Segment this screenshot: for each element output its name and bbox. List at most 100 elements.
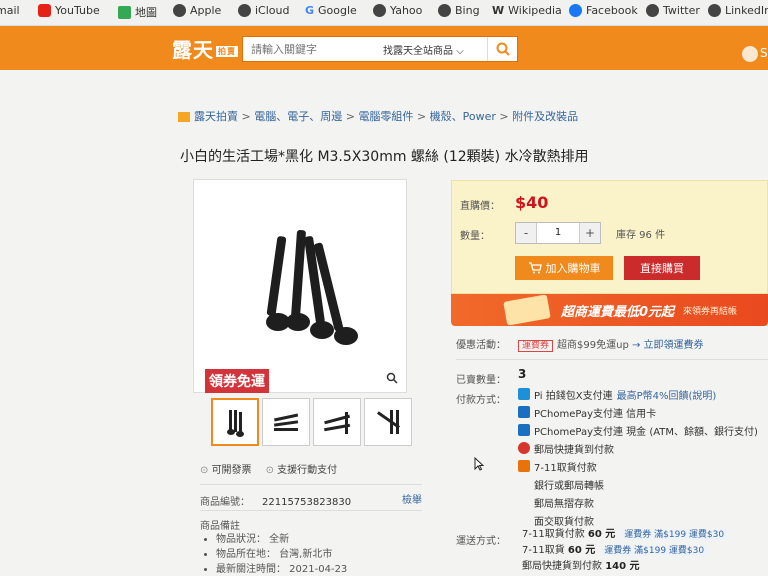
payment-methods: Pi 拍錢包X支付連 最高P幣4%回饋(說明) PChomePay支付連 信用卡… [518,385,758,529]
chevron-down-icon: ⌵ [456,46,464,57]
thumbnail[interactable] [262,398,310,446]
thumbnail[interactable] [313,398,361,446]
product-title: 小白的生活工場*黑化 M3.5X30mm 螺絲 (12顆裝) 水冷散熱排用 [180,149,589,165]
bookmark-icloud[interactable]: iCloud [238,4,289,17]
breadcrumb: 露天拍賣 > 電腦、電子、周邊 > 電腦零組件 > 機殼、Power > 附件及… [178,108,578,124]
search-input[interactable] [243,37,379,61]
screws-thumbnail-image [227,410,244,437]
globe-icon [173,4,186,17]
stock-count: 庫存 96 件 [616,230,666,241]
pi-info-link[interactable]: 最高P幣4%回饋(說明) [617,387,717,402]
payment-method: 郵局無摺存款 [534,498,594,510]
shipping-coupon-tag[interactable]: 運費券 滿$199 運費$30 [621,530,728,540]
sold-count: 3 [518,367,527,381]
search-scope-select[interactable]: 找露天全站商品 ⌵ [383,42,464,57]
payment-method: 銀行或郵局轉帳 [534,480,604,492]
bookmark-wikipedia[interactable]: W Wikipedia [492,4,562,17]
google-icon: G [305,4,315,17]
invoice-note: 可開發票 [200,461,252,476]
coupon-icon [503,294,551,326]
product-main-image[interactable] [193,179,407,393]
add-to-cart-button[interactable]: 加入購物車 [515,256,613,280]
payment-method: PChomePay支付連 信用卡 [518,403,758,421]
bookmark-yahoo[interactable]: Yahoo [373,4,422,17]
qty-increase-button[interactable]: + [580,223,600,243]
bookmark-mail[interactable]: mail [0,4,20,17]
screws-thumbnail-image [273,413,299,431]
shipping-methods: 7-11取貨付款 60 元運費券 滿$199 運費$30 7-11取貨 60 元… [522,525,728,573]
facebook-icon [569,4,582,17]
ruten-logo[interactable]: 露天 拍賣 [172,34,238,63]
buy-now-button[interactable]: 直接購買 [624,256,700,280]
mobile-pay-note: 支援行動支付 [266,461,337,476]
maps-icon [118,5,131,19]
breadcrumb-item[interactable]: 露天拍賣 [194,110,238,123]
wikipedia-icon: W [492,4,505,17]
promo-row: 優惠活動： 運費券 超商$99免運up → 立即領運費券 [456,336,768,360]
bookmark-bing[interactable]: Bing [438,4,480,17]
breadcrumb-item[interactable]: 電腦、電子、周邊 [254,110,342,123]
payment-method: 郵局快捷貨到付款 [518,439,758,457]
coupon-tag: 運費券 [518,340,554,352]
bookmarks-bar: mail YouTube 地圖 Apple iCloud G Google Yah… [0,0,768,26]
seven-eleven-icon [518,460,530,472]
note-item: 物品所在地： 台灣,新北市 [216,547,422,562]
youtube-icon [38,4,51,17]
bookmark-maps[interactable]: 地圖 [118,4,157,20]
price: $40 [515,193,549,212]
thumbnail-strip [211,398,412,446]
search-button[interactable] [487,37,517,61]
search-box: 找露天全站商品 ⌵ [242,36,518,62]
bookmark-google[interactable]: G Google [305,4,357,17]
quantity-stepper: - 1 + [515,222,601,244]
bookmark-youtube[interactable]: YouTube [38,4,100,17]
qty-input[interactable]: 1 [536,223,580,243]
header-right-text: S [760,46,768,60]
note-item: 最新關注時間： 2021-04-23 [216,562,422,576]
shipping-coupon-tag[interactable]: 運費券 滿$199 運費$30 [601,546,708,556]
breadcrumb-item[interactable]: 電腦零組件 [358,110,413,123]
globe-icon [708,4,721,17]
payment-notes: 可開發票 支援行動支付 [200,461,338,476]
thumbnail[interactable] [211,398,259,446]
apple-icon [238,4,251,17]
bookmark-twitter[interactable]: Twitter [646,4,700,17]
globe-icon [438,4,451,17]
screws-thumbnail-image [377,410,401,434]
free-shipping-promo-tag: 領券免運 [205,369,269,393]
payment-method: 7-11取貨付款 [518,457,758,475]
bookmark-linkedin[interactable]: LinkedIn [708,4,768,17]
pchomepay-icon [518,406,530,418]
mouse-cursor-icon [474,456,485,475]
cart-icon [528,262,542,274]
bookmark-apple[interactable]: Apple [173,4,221,17]
shipping-method: 7-11取貨付款 60 元運費券 滿$199 運費$30 [522,525,728,541]
product-notes: 商品備註 物品狀況： 全新 物品所在地： 台灣,新北市 最新關注時間： 2021… [200,510,422,576]
claim-coupon-link[interactable]: → 立即領運費券 [632,340,704,351]
search-icon [496,42,510,56]
screws-image [266,230,358,345]
report-link[interactable]: 檢舉 [402,491,422,506]
pi-wallet-icon [518,388,530,400]
payment-method: Pi 拍錢包X支付連 最高P幣4%回饋(說明) [518,385,758,403]
screws-thumbnail-image [324,412,351,434]
bookmark-facebook[interactable]: Facebook [569,4,638,17]
thumbnail[interactable] [364,398,412,446]
breadcrumb-item[interactable]: 附件及改裝品 [512,110,578,123]
shipping-method: 7-11取貨 60 元運費券 滿$199 運費$30 [522,541,727,557]
breadcrumb-item[interactable]: 機殼、Power [430,110,496,123]
globe-icon[interactable] [742,46,758,62]
site-header: 露天拍賣 找露天全站商品 ⌵ S [0,26,768,70]
shipping-coupon-banner[interactable]: 超商運費最低0元起 來領券再結帳 [451,294,768,326]
zoom-icon[interactable] [386,369,398,388]
post-office-icon [518,442,530,454]
globe-icon [646,4,659,17]
pchomepay-icon [518,424,530,436]
price-panel: 直購價： $40 數量： - 1 + 庫存 96 件 加入購物車 直接購買 [451,180,768,294]
product-id: 22115753823830 [262,497,352,508]
payment-method: PChomePay支付連 現金 (ATM、餘額、銀行支付) [518,421,758,439]
note-item: 物品狀況： 全新 [216,532,422,547]
shipping-method: 郵局快捷貨到付款 140 元 [522,561,640,572]
qty-decrease-button[interactable]: - [516,223,536,243]
home-icon [178,112,190,122]
